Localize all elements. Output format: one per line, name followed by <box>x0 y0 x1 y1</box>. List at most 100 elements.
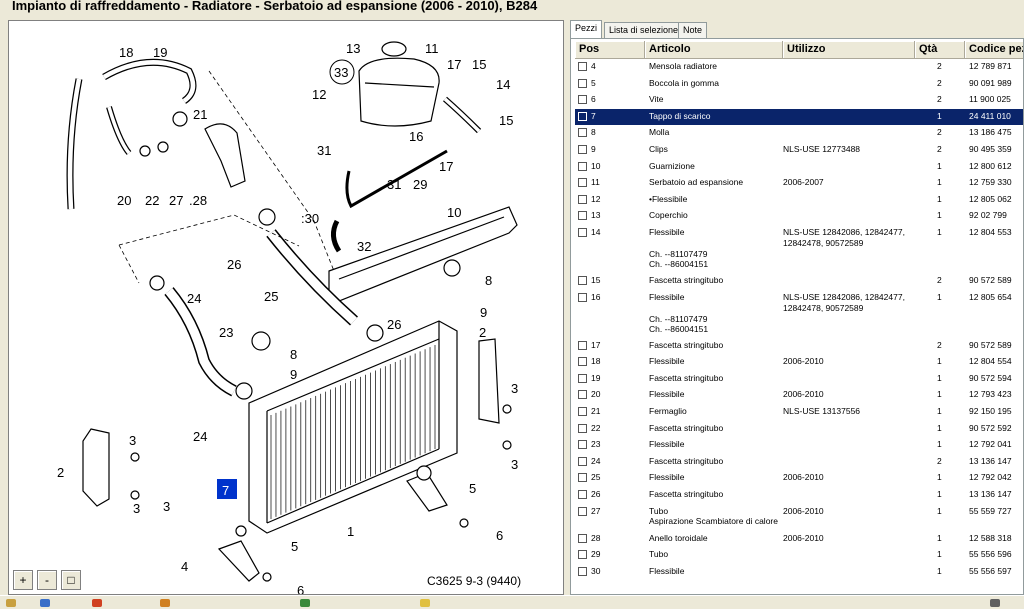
table-row[interactable]: 29 Tubo 1 55 556 596 <box>575 547 1023 564</box>
callout-label[interactable]: 21 <box>193 107 207 122</box>
callout-label[interactable]: 13 <box>346 41 360 56</box>
callout-label[interactable]: 6 <box>297 583 304 595</box>
callout-label[interactable]: 3 <box>511 457 518 472</box>
row-checkbox[interactable] <box>578 194 587 204</box>
table-row[interactable]: 20 Flessibile 2006-2010 1 12 793 423 <box>575 387 1023 404</box>
tab-pezzi[interactable]: Pezzi <box>570 20 603 38</box>
callout-label[interactable]: 5 <box>291 539 298 554</box>
app-icon[interactable] <box>92 599 102 607</box>
app-icon[interactable] <box>160 599 170 607</box>
table-row[interactable]: 9 Clips NLS-USE 12773488 2 90 495 359 <box>575 142 1023 159</box>
callout-label[interactable]: 3 <box>129 433 136 448</box>
table-row[interactable]: 8 Molla 2 13 186 475 <box>575 125 1023 142</box>
table-row[interactable]: 24 Fascetta stringitubo 2 13 136 147 <box>575 454 1023 471</box>
table-row[interactable]: 13 Coperchio 1 92 02 799 <box>575 208 1023 225</box>
callout-label[interactable]: 1 <box>347 524 354 539</box>
callout-label[interactable]: 27 <box>169 193 183 208</box>
callout-label[interactable]: 25 <box>264 289 278 304</box>
callout-label[interactable]: 14 <box>496 77 510 92</box>
callout-label[interactable]: 18 <box>119 45 133 60</box>
row-checkbox[interactable] <box>578 407 587 416</box>
callout-label[interactable]: 9 <box>290 367 297 382</box>
row-checkbox[interactable] <box>578 161 587 171</box>
callout-label[interactable]: 31 <box>317 143 331 158</box>
callout-label[interactable]: 8 <box>485 273 492 288</box>
row-checkbox[interactable] <box>578 95 587 105</box>
table-row[interactable]: 23 Flessibile 1 12 792 041 <box>575 437 1023 454</box>
row-checkbox[interactable] <box>578 62 587 71</box>
row-checkbox[interactable] <box>578 128 587 138</box>
table-row[interactable]: 19 Fascetta stringitubo 1 90 572 594 <box>575 371 1023 388</box>
table-row[interactable]: 15 Fascetta stringitubo 2 90 572 589 <box>575 273 1023 290</box>
zoom-out-button[interactable]: - <box>37 570 57 590</box>
callout-label[interactable]: 24 <box>193 429 207 444</box>
fit-view-button[interactable]: □ <box>61 570 81 590</box>
callout-label[interactable]: :30 <box>301 211 319 226</box>
callout-label[interactable]: 4 <box>181 559 188 574</box>
callout-label[interactable]: 9 <box>480 305 487 320</box>
table-row[interactable]: 27 Tubo 2006-2010 1 55 559 727 Aspirazione Sc… <box>575 504 1023 531</box>
table-row[interactable]: 11 Serbatoio ad espansione 2006-2007 1 12 75… <box>575 175 1023 192</box>
table-row[interactable]: 10 Guarnizione 1 12 800 612 <box>575 159 1023 176</box>
row-checkbox[interactable] <box>578 211 587 221</box>
column-header-pos[interactable]: Pos <box>575 41 645 59</box>
callout-label[interactable]: 19 <box>153 45 167 60</box>
zoom-in-button[interactable]: + <box>13 570 33 590</box>
row-checkbox[interactable] <box>578 178 587 188</box>
column-header-utilizzo[interactable]: Utilizzo <box>783 41 915 59</box>
callout-label[interactable]: 31 <box>387 177 401 192</box>
callout-label[interactable]: 33 <box>334 65 348 80</box>
folder-icon[interactable] <box>420 599 430 607</box>
callout-label[interactable]: 2 <box>57 465 64 480</box>
row-checkbox[interactable] <box>578 145 587 154</box>
callout-label[interactable]: 3 <box>133 501 140 516</box>
callout-label[interactable]: 6 <box>496 528 503 543</box>
callout-label[interactable]: 26 <box>387 317 401 332</box>
row-checkbox[interactable] <box>578 340 587 350</box>
callout-label[interactable]: 3 <box>511 381 518 396</box>
explorer-icon[interactable] <box>6 599 16 607</box>
tab-lista-di-selezione[interactable]: Lista di selezione <box>604 22 684 38</box>
row-checkbox[interactable] <box>578 490 587 499</box>
row-checkbox[interactable] <box>578 276 587 285</box>
callout-label[interactable]: 8 <box>290 347 297 362</box>
callout-label[interactable]: 16 <box>409 129 423 144</box>
row-checkbox[interactable] <box>578 566 587 576</box>
row-checkbox[interactable] <box>578 473 587 483</box>
callout-label[interactable]: 26 <box>227 257 241 272</box>
callout-label[interactable]: .28 <box>189 193 207 208</box>
table-row[interactable]: 22 Fascetta stringitubo 1 90 572 592 <box>575 421 1023 438</box>
table-row[interactable]: 28 Anello toroidale 2006-2010 1 12 588 318 <box>575 531 1023 548</box>
table-row[interactable]: 12 •Flessibile 1 12 805 062 <box>575 192 1023 209</box>
callout-label[interactable]: 29 <box>413 177 427 192</box>
row-checkbox[interactable] <box>578 456 587 466</box>
table-row[interactable]: 6 Vite 2 11 900 025 <box>575 92 1023 109</box>
row-checkbox[interactable] <box>578 373 587 383</box>
table-row[interactable]: 5 Boccola in gomma 2 90 091 989 <box>575 76 1023 93</box>
row-checkbox[interactable] <box>578 111 587 121</box>
row-checkbox[interactable] <box>578 228 587 237</box>
selected-callout-label[interactable]: 7 <box>222 483 229 498</box>
exploded-parts-diagram[interactable]: 18 19 13 11 17 15 14 15 33 12 21 16 17 31 20 22 27.28 31 2… <box>8 20 564 595</box>
app-icon[interactable] <box>40 599 50 607</box>
table-row[interactable]: 7 Tappo di scarico 1 24 411 010 <box>575 108 1023 126</box>
callout-label[interactable]: 2 <box>479 325 486 340</box>
callout-label[interactable]: 23 <box>219 325 233 340</box>
callout-label[interactable]: 12 <box>312 87 326 102</box>
row-checkbox[interactable] <box>578 440 587 450</box>
callout-label[interactable]: 22 <box>145 193 159 208</box>
row-checkbox[interactable] <box>578 506 587 516</box>
table-row[interactable]: 21 Fermaglio NLS-USE 13137556 1 92 150 195 <box>575 404 1023 421</box>
row-checkbox[interactable] <box>578 550 587 560</box>
table-row[interactable]: 26 Fascetta stringitubo 1 13 136 147 <box>575 487 1023 504</box>
callout-label[interactable]: 3 <box>163 499 170 514</box>
tab-note[interactable]: Note <box>678 22 708 38</box>
callout-label[interactable]: 32 <box>357 239 371 254</box>
callout-label[interactable]: 15 <box>472 57 486 72</box>
callout-label[interactable]: 11 <box>425 41 439 56</box>
column-header-qta[interactable]: Qtà <box>915 41 965 59</box>
row-checkbox[interactable] <box>578 533 587 543</box>
callout-label[interactable]: 20 <box>117 193 131 208</box>
table-row[interactable]: 18 Flessibile 2006-2010 1 12 804 554 <box>575 354 1023 371</box>
table-row[interactable]: 16 Flessibile NLS-USE 12842086, 12842477, 1… <box>575 290 1023 338</box>
